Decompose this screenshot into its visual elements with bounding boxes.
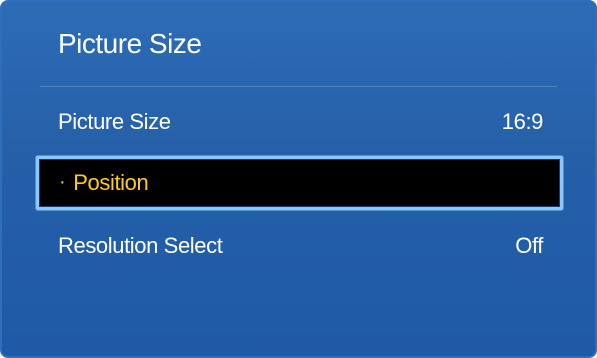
- menu-item-label: · Position: [59, 170, 149, 196]
- menu-item-value: 16:9: [501, 109, 544, 134]
- menu-item-label-text: Position: [73, 170, 149, 195]
- title-divider: [40, 86, 557, 87]
- menu-title: Picture Size: [58, 28, 202, 59]
- bullet-icon: ·: [59, 171, 66, 193]
- menu-item-position-selected[interactable]: · Position: [36, 156, 563, 210]
- menu-item-label: Picture Size: [58, 109, 171, 134]
- menu-item-resolution-select[interactable]: Resolution Select Off: [40, 220, 561, 272]
- menu-item-picture-size[interactable]: Picture Size 16:9: [40, 96, 561, 148]
- menu-item-value: Off: [515, 233, 543, 258]
- picture-size-menu-panel: Picture Size Picture Size 16:9 · Position…: [0, 0, 597, 358]
- menu-item-label: Resolution Select: [58, 233, 223, 258]
